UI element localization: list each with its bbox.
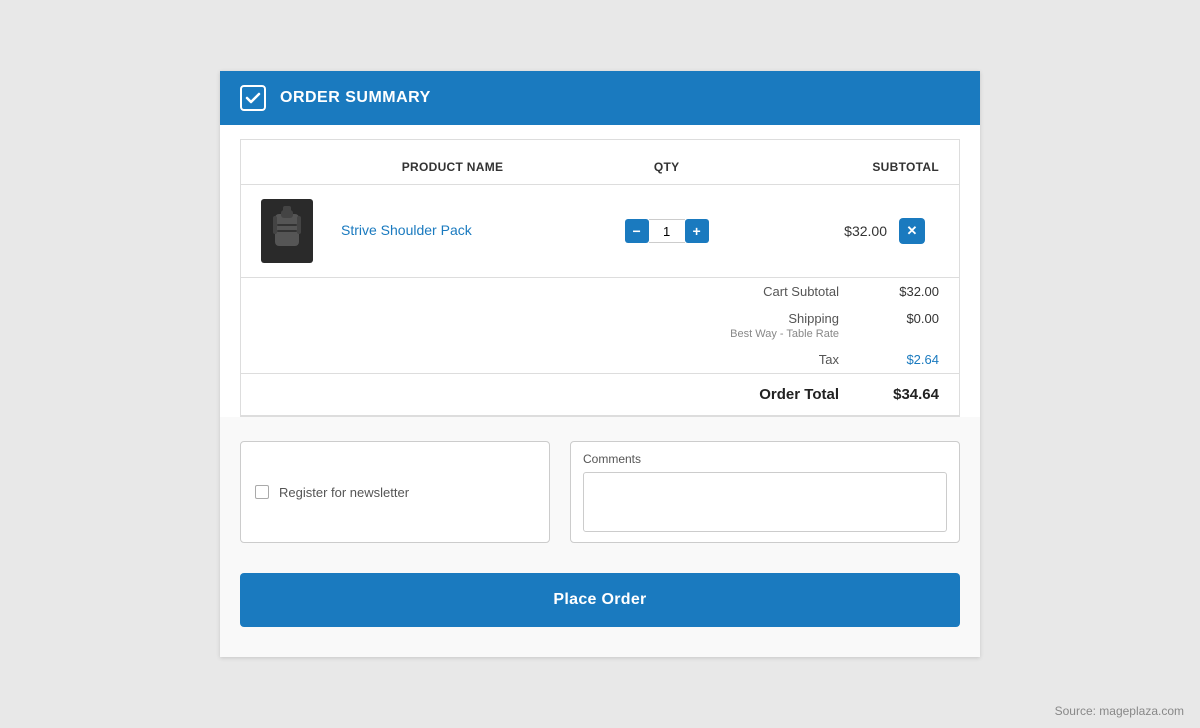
comments-label: Comments xyxy=(583,452,947,466)
tax-row: Tax $2.64 xyxy=(241,346,959,373)
qty-cell: − + xyxy=(578,185,755,278)
col-product-image xyxy=(241,150,327,185)
tax-value: $2.64 xyxy=(879,352,939,367)
bottom-section: Register for newsletter Comments xyxy=(220,417,980,573)
order-total-row: Order Total $34.64 xyxy=(241,373,959,415)
product-name-cell: Strive Shoulder Pack xyxy=(327,185,578,278)
product-subtotal: $32.00 xyxy=(844,223,887,239)
cart-subtotal-row: Cart Subtotal $32.00 xyxy=(241,278,959,305)
qty-increase-button[interactable]: + xyxy=(685,219,709,243)
qty-decrease-button[interactable]: − xyxy=(625,219,649,243)
cart-subtotal-value: $32.00 xyxy=(879,284,939,299)
shipping-value: $0.00 xyxy=(879,311,939,340)
order-table-wrapper: PRODUCT NAME QTY SUBTOTAL xyxy=(240,139,960,417)
cart-subtotal-label: Cart Subtotal xyxy=(679,284,839,299)
newsletter-box: Register for newsletter xyxy=(240,441,550,543)
col-product-name: PRODUCT NAME xyxy=(327,150,578,185)
comments-section: Comments xyxy=(570,441,960,543)
qty-control: − + xyxy=(625,219,709,243)
subtotal-action-container: $32.00 ✕ xyxy=(769,218,945,244)
qty-input[interactable] xyxy=(649,219,685,243)
shipping-row: Shipping Best Way - Table Rate $0.00 xyxy=(241,305,959,346)
product-image xyxy=(261,199,313,263)
shipping-method-label: Best Way - Table Rate xyxy=(730,328,839,340)
place-order-row: Place Order xyxy=(220,573,980,657)
col-subtotal: SUBTOTAL xyxy=(755,150,959,185)
check-icon xyxy=(240,85,266,111)
order-total-value: $34.64 xyxy=(879,386,939,403)
newsletter-checkbox[interactable] xyxy=(255,485,269,499)
col-qty: QTY xyxy=(578,150,755,185)
source-label: Source: mageplaza.com xyxy=(1055,704,1184,718)
table-row: Strive Shoulder Pack − + $32.00 ✕ xyxy=(241,185,959,278)
tax-label: Tax xyxy=(679,352,839,367)
newsletter-label: Register for newsletter xyxy=(279,485,409,500)
product-name-link[interactable]: Strive Shoulder Pack xyxy=(341,222,472,238)
remove-item-button[interactable]: ✕ xyxy=(899,218,925,244)
shipping-label: Shipping Best Way - Table Rate xyxy=(679,311,839,340)
subtotal-action-cell: $32.00 ✕ xyxy=(755,185,959,278)
order-summary-title: ORDER SUMMARY xyxy=(280,89,431,107)
place-order-button[interactable]: Place Order xyxy=(240,573,960,627)
order-summary-header: ORDER SUMMARY xyxy=(220,71,980,125)
order-table: PRODUCT NAME QTY SUBTOTAL xyxy=(241,150,959,278)
comments-textarea[interactable] xyxy=(583,472,947,532)
product-image-cell xyxy=(241,185,327,278)
totals-section: Cart Subtotal $32.00 Shipping Best Way -… xyxy=(241,278,959,416)
order-total-label: Order Total xyxy=(679,386,839,403)
